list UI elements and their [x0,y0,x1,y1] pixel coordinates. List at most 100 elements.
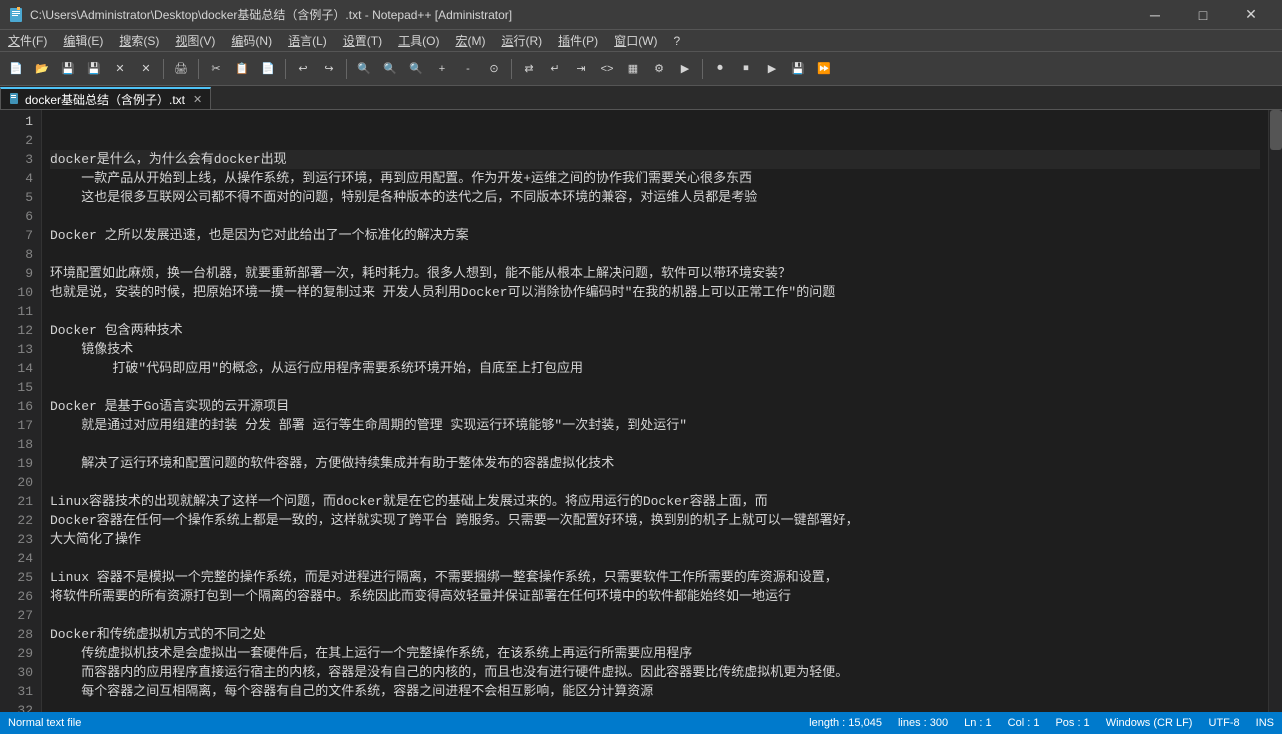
code-line: Docker 是基于Go语言实现的云开源项目 [50,397,1260,416]
menu-settings[interactable]: 设置(T) [335,30,390,51]
tb-close[interactable]: ✕ [108,57,132,81]
status-ln: Ln : 1 [964,717,992,729]
status-pos: Pos : 1 [1055,717,1089,729]
tb-indent[interactable]: ⇥ [569,57,593,81]
minimize-button[interactable]: ─ [1132,0,1178,30]
line-number: 11 [4,302,33,321]
menu-view[interactable]: 视图(V) [167,30,223,51]
menu-help[interactable]: ? [666,30,689,51]
tb-open[interactable]: 📂 [30,57,54,81]
tb-sync[interactable]: ⇄ [517,57,541,81]
tb-wrap[interactable]: ↵ [543,57,567,81]
tb-block[interactable]: ▦ [621,57,645,81]
vertical-scrollbar[interactable] [1268,110,1282,712]
line-number: 15 [4,378,33,397]
tab-close-button[interactable]: ✕ [193,93,202,106]
menu-window[interactable]: 窗口(W) [606,30,665,51]
line-number: 17 [4,416,33,435]
tab-label: docker基础总结（含例子）.txt [25,91,185,108]
status-right: length : 15,045 lines : 300 Ln : 1 Col :… [809,717,1274,729]
menu-file[interactable]: 文件(F) [0,30,55,51]
tb-cut[interactable]: ✂ [204,57,228,81]
maximize-button[interactable]: □ [1180,0,1226,30]
menu-run[interactable]: 运行(R) [493,30,550,51]
line-number: 7 [4,226,33,245]
line-numbers: 1234567891011121314151617181920212223242… [0,110,42,712]
code-line: Docker 之所以发展迅速，也是因为它对此给出了一个标准化的解决方案 [50,226,1260,245]
tb-closeall[interactable]: ✕ [134,57,158,81]
tb-redo[interactable]: ↪ [317,57,341,81]
tab-bar: docker基础总结（含例子）.txt ✕ [0,86,1282,110]
code-line: 镜像技术 [50,340,1260,359]
toolbar-separator-3 [285,59,286,79]
tb-saveall[interactable]: 💾 [82,57,106,81]
menu-language[interactable]: 语言(L) [280,30,335,51]
menu-edit[interactable]: 编辑(E) [55,30,111,51]
tb-run-macro[interactable]: ⏩ [812,57,836,81]
close-button[interactable]: ✕ [1228,0,1274,30]
code-line: 一款产品从开始到上线，从操作系统，到运行环境，再到应用配置。作为开发+运维之间的… [50,169,1260,188]
code-line: Docker容器在任何一个操作系统上都是一致的，这样就实现了跨平台 跨服务。只需… [50,511,1260,530]
status-left: Normal text file [8,717,81,729]
code-line [50,302,1260,321]
line-number: 21 [4,492,33,511]
tb-zoomin[interactable]: + [430,57,454,81]
title-bar-controls: ─ □ ✕ [1132,0,1274,30]
line-number: 22 [4,511,33,530]
code-line: 大大简化了操作 [50,530,1260,549]
menu-tools[interactable]: 工具(O) [390,30,447,51]
tb-macro[interactable]: ⚙ [647,57,671,81]
tb-stop[interactable]: ⏹ [734,57,758,81]
menu-encode[interactable]: 编码(N) [223,30,280,51]
toolbar: 📄 📂 💾 💾 ✕ ✕ 🖨 ✂ 📋 📄 ↩ ↪ 🔍 🔍 🔍 + - ⊙ ⇄ ↵ … [0,52,1282,86]
code-line: 就是通过对应用组建的封装 分发 部署 运行等生命周期的管理 实现运行环境能够"一… [50,416,1260,435]
line-number: 31 [4,682,33,701]
line-number: 30 [4,663,33,682]
tb-play[interactable]: ▶ [760,57,784,81]
tb-save[interactable]: 💾 [56,57,80,81]
code-line: 将软件所需要的所有资源打包到一个隔离的容器中。系统因此而变得高效轻量并保证部署在… [50,587,1260,606]
line-number: 12 [4,321,33,340]
tb-record[interactable]: ⏺ [708,57,732,81]
line-number: 4 [4,169,33,188]
menu-search[interactable]: 搜索(S) [111,30,167,51]
code-line: 传统虚拟机技术是会虚拟出一套硬件后，在其上运行一个完整操作系统，在该系统上再运行… [50,644,1260,663]
menu-macro[interactable]: 宏(M) [447,30,493,51]
line-number: 8 [4,245,33,264]
line-number: 29 [4,644,33,663]
scrollbar-thumb[interactable] [1270,110,1282,150]
line-number: 16 [4,397,33,416]
tb-find[interactable]: 🔍 [352,57,376,81]
code-line [50,606,1260,625]
tb-findnext[interactable]: 🔍 [378,57,402,81]
tb-new[interactable]: 📄 [4,57,28,81]
tb-zoomreset[interactable]: ⊙ [482,57,506,81]
status-file-type: Normal text file [8,717,81,729]
code-line: Linux容器技术的出现就解决了这样一个问题，而docker就是在它的基础上发展… [50,492,1260,511]
tb-copy[interactable]: 📋 [230,57,254,81]
code-line: Linux 容器不是模拟一个完整的操作系统，而是对进程进行隔离，不需要捆绑一整套… [50,568,1260,587]
code-line: 每个容器之间互相隔离，每个容器有自己的文件系统，容器之间进程不会相互影响，能区分… [50,682,1260,701]
status-encoding: UTF-8 [1208,717,1239,729]
line-number: 23 [4,530,33,549]
tb-save-macro[interactable]: 💾 [786,57,810,81]
tb-findprev[interactable]: 🔍 [404,57,428,81]
tb-run[interactable]: ▶ [673,57,697,81]
title-bar-left: C:\Users\Administrator\Desktop\docker基础总… [8,6,512,23]
menu-plugins[interactable]: 插件(P) [550,30,606,51]
file-tab[interactable]: docker基础总结（含例子）.txt ✕ [0,87,211,109]
code-line: 而容器内的应用程序直接运行宿主的内核，容器是没有自己的内核的，而且也没有进行硬件… [50,663,1260,682]
tb-xml[interactable]: <> [595,57,619,81]
status-length: length : 15,045 [809,717,882,729]
code-line [50,473,1260,492]
tb-undo[interactable]: ↩ [291,57,315,81]
toolbar-separator-6 [702,59,703,79]
tb-zoomout[interactable]: - [456,57,480,81]
tb-paste[interactable]: 📄 [256,57,280,81]
code-area[interactable]: docker是什么，为什么会有docker出现 一款产品从开始到上线，从操作系统… [42,110,1268,712]
line-number: 20 [4,473,33,492]
code-line: docker是什么，为什么会有docker出现 [50,150,1260,169]
line-number: 14 [4,359,33,378]
line-number: 25 [4,568,33,587]
tb-print[interactable]: 🖨 [169,57,193,81]
